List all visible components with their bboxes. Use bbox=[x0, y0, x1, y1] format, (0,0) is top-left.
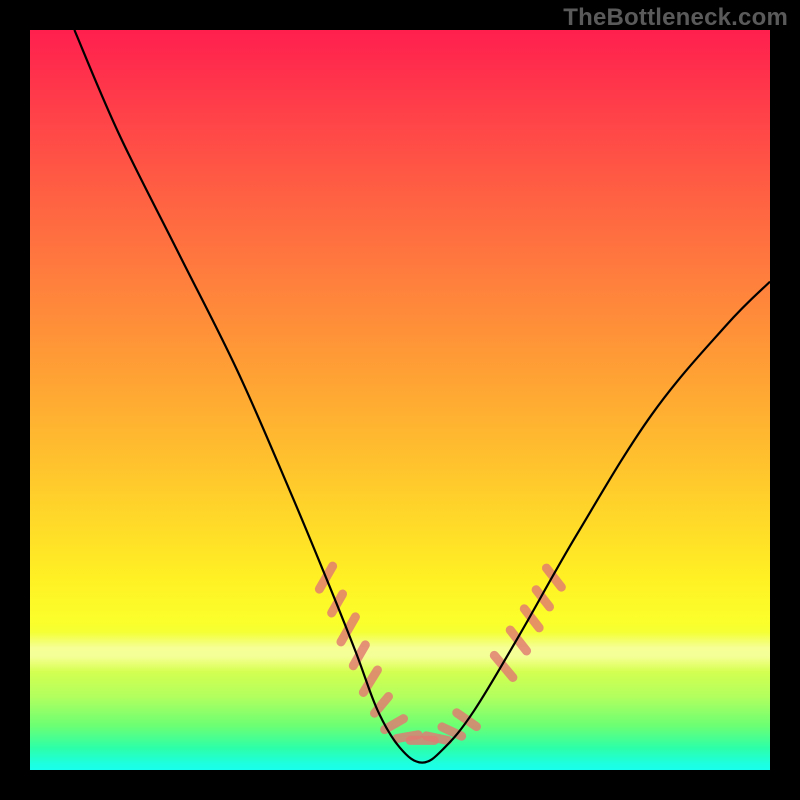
curve-marker bbox=[488, 649, 519, 684]
curve-marker bbox=[335, 611, 362, 648]
chart-frame: TheBottleneck.com bbox=[0, 0, 800, 800]
bottleneck-curve bbox=[74, 30, 770, 763]
curve-marker bbox=[540, 562, 568, 594]
marker-group bbox=[313, 560, 567, 746]
watermark-text: TheBottleneck.com bbox=[563, 4, 788, 32]
curve-marker bbox=[347, 639, 371, 672]
chart-svg bbox=[30, 30, 770, 770]
plot-area bbox=[30, 30, 770, 770]
